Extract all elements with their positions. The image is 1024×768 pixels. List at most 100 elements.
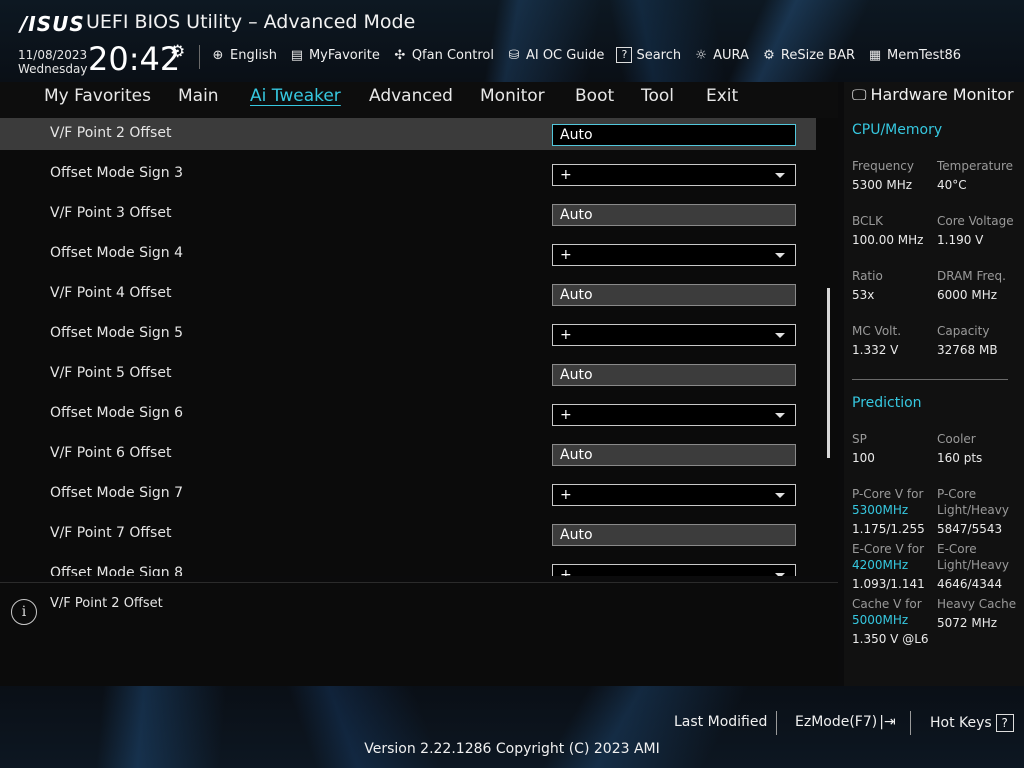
setting-row[interactable]: Offset Mode Sign 3 + <box>0 158 816 190</box>
tab-my-favorites[interactable]: My Favorites <box>44 86 151 106</box>
tab-main[interactable]: Main <box>178 86 219 106</box>
chevron-down-icon <box>775 253 785 258</box>
help-panel: i V/F Point 2 Offset <box>0 582 838 687</box>
monitor-divider <box>852 379 1008 380</box>
bclk-value: 100.00 MHz <box>852 233 924 247</box>
core-voltage-label: Core Voltage <box>937 214 1014 228</box>
core-voltage-value: 1.190 V <box>937 233 984 247</box>
setting-row[interactable]: V/F Point 4 Offset Auto <box>0 278 816 310</box>
setting-row-selected[interactable]: V/F Point 2 Offset Auto <box>0 118 816 150</box>
ai-oc-guide-button[interactable]: ⛁ AI OC Guide <box>506 47 605 63</box>
pcore-lh-label-2: Light/Heavy <box>937 503 1009 517</box>
dram-freq-label: DRAM Freq. <box>937 269 1006 283</box>
resize-bar-button[interactable]: ⚙ ReSize BAR <box>761 47 855 63</box>
setting-label: Offset Mode Sign 4 <box>50 245 183 261</box>
version-text: Version 2.22.1286 Copyright (C) 2023 AMI <box>364 741 660 757</box>
dram-freq-value: 6000 MHz <box>937 288 998 302</box>
memtest-label: MemTest86 <box>887 47 962 63</box>
setting-value-field[interactable]: Auto <box>552 204 796 226</box>
ratio-value: 53x <box>852 288 875 302</box>
ai-oc-label: AI OC Guide <box>525 47 605 63</box>
memory-icon: ▦ <box>868 47 882 63</box>
tab-advanced[interactable]: Advanced <box>369 86 453 106</box>
cooler-value: 160 pts <box>937 451 983 465</box>
pcore-v-label: P-Core V for 5300MHz <box>852 486 923 518</box>
setting-row[interactable]: V/F Point 3 Offset Auto <box>0 198 816 230</box>
date-text: 11/08/2023 <box>18 48 88 62</box>
setting-value-field[interactable]: Auto <box>552 444 796 466</box>
setting-dropdown[interactable]: + <box>552 164 796 186</box>
gear-icon[interactable]: ⚙ <box>170 42 185 62</box>
scrollbar[interactable] <box>827 288 830 458</box>
hot-keys-button[interactable]: Hot Keys? <box>930 714 1014 732</box>
setting-row[interactable]: Offset Mode Sign 4 + <box>0 238 816 270</box>
ecore-v-value: 1.093/1.141 <box>852 577 925 591</box>
sp-label: SP <box>852 432 867 446</box>
resize-bar-label: ReSize BAR <box>780 47 856 63</box>
frequency-value: 5300 MHz <box>852 178 913 192</box>
memtest-button[interactable]: ▦ MemTest86 <box>867 47 961 63</box>
setting-label: V/F Point 7 Offset <box>50 525 172 541</box>
setting-row[interactable]: Offset Mode Sign 5 + <box>0 318 816 350</box>
setting-dropdown[interactable]: + <box>552 484 796 506</box>
setting-value-field[interactable]: Auto <box>552 524 796 546</box>
setting-dropdown[interactable]: + <box>552 404 796 426</box>
cache-v-value: 1.350 V @L6 <box>852 632 929 646</box>
setting-row[interactable]: V/F Point 6 Offset Auto <box>0 438 816 470</box>
chevron-down-icon <box>775 573 785 576</box>
setting-label: V/F Point 2 Offset <box>50 125 172 141</box>
favorite-icon: ▤ <box>290 47 304 63</box>
tab-exit[interactable]: Exit <box>706 86 738 106</box>
heavy-cache-label: Heavy Cache <box>937 597 1017 611</box>
monitor-icon: 🖵 <box>852 85 867 104</box>
exit-arrow-icon: |⇥ <box>879 714 896 730</box>
hardware-monitor-panel: 🖵 Hardware Monitor CPU/Memory Frequency … <box>844 82 1024 686</box>
dropdown-value: + <box>560 567 572 576</box>
last-modified-button[interactable]: Last Modified <box>674 714 767 730</box>
aura-light-icon: ☼ <box>695 47 707 63</box>
setting-value-field[interactable]: Auto <box>552 124 796 146</box>
ezmode-button[interactable]: EzMode(F7) |⇥ <box>795 714 896 730</box>
pcore-v-label-text: P-Core V for <box>852 487 924 501</box>
dropdown-value: + <box>560 487 572 503</box>
dropdown-value: + <box>560 327 572 343</box>
setting-row[interactable]: Offset Mode Sign 7 + <box>0 478 816 510</box>
aura-label: AURA <box>713 47 749 63</box>
tab-boot[interactable]: Boot <box>575 86 614 106</box>
setting-row[interactable]: Offset Mode Sign 6 + <box>0 398 816 430</box>
capacity-value: 32768 MB <box>937 343 998 357</box>
tab-ai-tweaker[interactable]: Ai Tweaker <box>250 86 341 106</box>
main-menu: My Favorites Main Ai Tweaker Advanced Mo… <box>0 82 838 118</box>
setting-label: Offset Mode Sign 3 <box>50 165 183 181</box>
hardware-monitor-title: 🖵 Hardware Monitor <box>852 85 1014 104</box>
chevron-down-icon <box>775 493 785 498</box>
setting-row[interactable]: V/F Point 5 Offset Auto <box>0 358 816 390</box>
setting-row[interactable]: V/F Point 7 Offset Auto <box>0 518 816 550</box>
tab-tool[interactable]: Tool <box>641 86 674 106</box>
footer-divider <box>910 711 911 735</box>
qfan-control-button[interactable]: ✣ Qfan Control <box>392 47 494 63</box>
myfavorite-label: MyFavorite <box>308 47 380 63</box>
capacity-label: Capacity <box>937 324 990 338</box>
language-button[interactable]: ⊕ English <box>210 47 277 63</box>
setting-row[interactable]: Offset Mode Sign 8 + <box>0 558 816 576</box>
frequency-label: Frequency <box>852 159 914 173</box>
myfavorite-button[interactable]: ▤ MyFavorite <box>289 47 380 63</box>
setting-dropdown[interactable]: + <box>552 244 796 266</box>
ezmode-label: EzMode(F7) <box>795 714 878 730</box>
setting-dropdown[interactable]: + <box>552 324 796 346</box>
mc-volt-value: 1.332 V <box>852 343 899 357</box>
tab-monitor[interactable]: Monitor <box>480 86 545 106</box>
search-button[interactable]: ? Search <box>616 47 681 63</box>
setting-dropdown[interactable]: + <box>552 564 796 576</box>
ecore-lh-label-2: Light/Heavy <box>937 558 1009 572</box>
chevron-down-icon <box>775 413 785 418</box>
setting-value-field[interactable]: Auto <box>552 284 796 306</box>
temperature-label: Temperature <box>937 159 1014 173</box>
mc-volt-label: MC Volt. <box>852 324 902 338</box>
date-display: 11/08/2023 Wednesday <box>18 48 87 76</box>
aura-button[interactable]: ☼ AURA <box>693 47 749 63</box>
clock-time: 20:42 <box>88 40 181 78</box>
pcore-v-freq: 5300MHz <box>852 503 909 517</box>
setting-value-field[interactable]: Auto <box>552 364 796 386</box>
